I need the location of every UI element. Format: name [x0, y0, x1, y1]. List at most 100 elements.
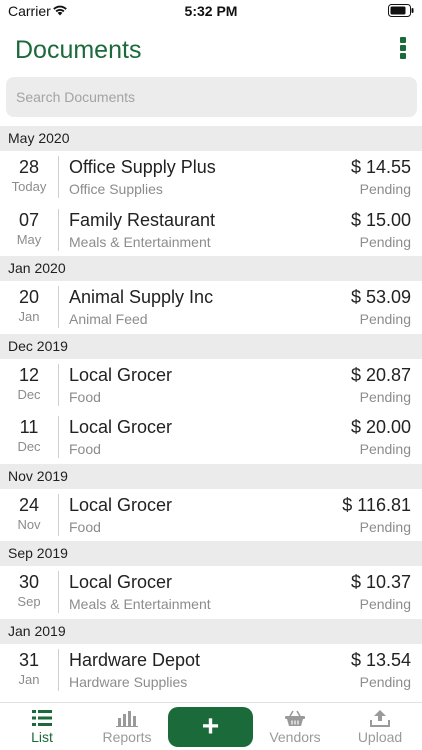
row-month: Nov [17, 516, 41, 532]
tab-upload-label: Upload [357, 729, 403, 745]
row-divider [58, 208, 59, 251]
row-amount: $ 10.37 [350, 572, 411, 592]
row-vendor: Local Grocer [69, 364, 173, 385]
document-row[interactable]: 31 Jan Hardware Depot Hardware Supplies $ 13… [0, 643, 422, 697]
search-bar[interactable] [6, 77, 417, 117]
document-row[interactable]: 12 Dec Local Grocer Food $ 20.87 Pending [0, 358, 422, 412]
row-divider [58, 363, 59, 406]
row-status: Pending [359, 673, 411, 690]
more-vertical-icon[interactable] [399, 37, 407, 59]
row-vendor: Local Grocer [69, 417, 173, 437]
row-category: Meals & Entertainment [69, 233, 211, 250]
basket-icon [285, 710, 305, 726]
row-amount: $ 20.00 [350, 417, 411, 437]
row-category: Food [69, 518, 101, 535]
tab-list[interactable]: List [12, 703, 72, 750]
row-category: Food [69, 441, 101, 457]
row-category: Meals & Entertainment [69, 596, 211, 612]
row-date: 11 Dec [0, 411, 58, 464]
row-amount: $ 15.00 [350, 209, 411, 230]
document-row[interactable]: 07 May Family Restaurant Meals & Entertainm… [0, 203, 422, 257]
row-status: Pending [359, 311, 411, 327]
row-month: Sep [17, 594, 41, 609]
row-vendor: Hardware Depot [69, 649, 201, 670]
row-month: Today [11, 179, 47, 194]
row-day: 31 [18, 649, 40, 670]
section-header: Sep 2019 [0, 541, 422, 566]
document-row[interactable]: 30 Sep Local Grocer Meals & Entertainment $ … [0, 566, 422, 619]
row-status: Pending [359, 388, 411, 405]
document-row[interactable]: 28 Today Office Supply Plus Office Supplies… [0, 151, 422, 204]
document-row[interactable]: 11 Dec Local Grocer Food $ 20.00 Pending [0, 411, 422, 464]
row-status: Pending [359, 518, 411, 535]
row-vendor: Office Supply Plus [69, 157, 216, 177]
row-date: 07 May [0, 204, 58, 257]
row-vendor: Family Restaurant [69, 209, 216, 230]
row-date: 31 Jan [0, 644, 58, 697]
row-amount: $ 20.87 [350, 364, 411, 385]
row-day: 20 [18, 287, 40, 307]
row-day: 11 [19, 417, 39, 437]
tab-vendors-label: Vendors [269, 729, 321, 745]
row-month: Jan [18, 309, 40, 324]
row-divider [58, 493, 59, 536]
document-row[interactable]: 20 Jan Animal Supply Inc Animal Feed $ 53.09… [0, 281, 422, 334]
section-header: Nov 2019 [0, 463, 422, 489]
row-divider [58, 156, 59, 198]
row-category: Food [69, 388, 101, 405]
row-date: 30 Sep [0, 566, 58, 619]
search-input[interactable] [6, 77, 417, 117]
row-amount: $ 116.81 [342, 494, 411, 515]
row-day: 24 [18, 494, 40, 515]
row-day: 30 [18, 572, 40, 592]
tab-reports[interactable]: Reports [92, 703, 162, 750]
row-amount: $ 13.54 [350, 649, 411, 670]
document-list: May 2020 28 Today Office Supply Plus Office … [0, 126, 422, 696]
row-status: Pending [359, 596, 411, 612]
tab-upload[interactable]: Upload [345, 703, 415, 750]
section-header: Jan 2020 [0, 256, 422, 281]
row-month: May [16, 231, 42, 247]
row-day: 07 [18, 209, 40, 230]
tab-list-label: List [31, 729, 53, 745]
bar-chart-icon [116, 711, 138, 727]
row-divider [58, 648, 59, 691]
page-title: Documents [15, 36, 142, 64]
row-date: 28 Today [0, 151, 58, 204]
status-time: 5:32 PM [184, 3, 238, 19]
row-month: Jan [18, 671, 40, 687]
list-icon [32, 710, 52, 726]
section-header: May 2020 [0, 126, 422, 151]
row-status: Pending [359, 181, 411, 197]
row-category: Animal Feed [69, 311, 148, 327]
row-amount: $ 14.55 [350, 157, 411, 177]
tab-vendors[interactable]: Vendors [260, 703, 330, 750]
upload-icon [370, 710, 390, 727]
document-row[interactable]: 24 Nov Local Grocer Food $ 116.81 Pending [0, 488, 422, 542]
nav-bar: Documents [0, 28, 422, 74]
row-date: 12 Dec [0, 359, 58, 412]
row-month: Dec [17, 386, 41, 402]
plus-icon: + [201, 710, 220, 743]
row-date: 24 Nov [0, 489, 58, 542]
status-bar: Carrier 5:32 PM [0, 0, 422, 24]
row-vendor: Local Grocer [69, 572, 173, 592]
row-divider [58, 571, 59, 613]
add-document-button[interactable]: + [168, 707, 253, 747]
battery-icon [388, 4, 414, 17]
row-status: Pending [359, 233, 411, 250]
tab-bar: List Reports + Vendors Upload [0, 702, 422, 750]
section-header: Dec 2019 [0, 333, 422, 359]
row-date: 20 Jan [0, 281, 58, 334]
row-vendor: Animal Supply Inc [69, 287, 214, 307]
row-month: Dec [17, 439, 41, 454]
row-divider [58, 416, 59, 458]
row-category: Office Supplies [69, 181, 163, 197]
row-day: 28 [18, 157, 40, 177]
row-day: 12 [18, 364, 40, 385]
row-vendor: Local Grocer [69, 494, 173, 515]
section-header: Jan 2019 [0, 618, 422, 644]
row-divider [58, 286, 59, 328]
row-category: Hardware Supplies [69, 673, 188, 690]
row-status: Pending [359, 441, 411, 457]
